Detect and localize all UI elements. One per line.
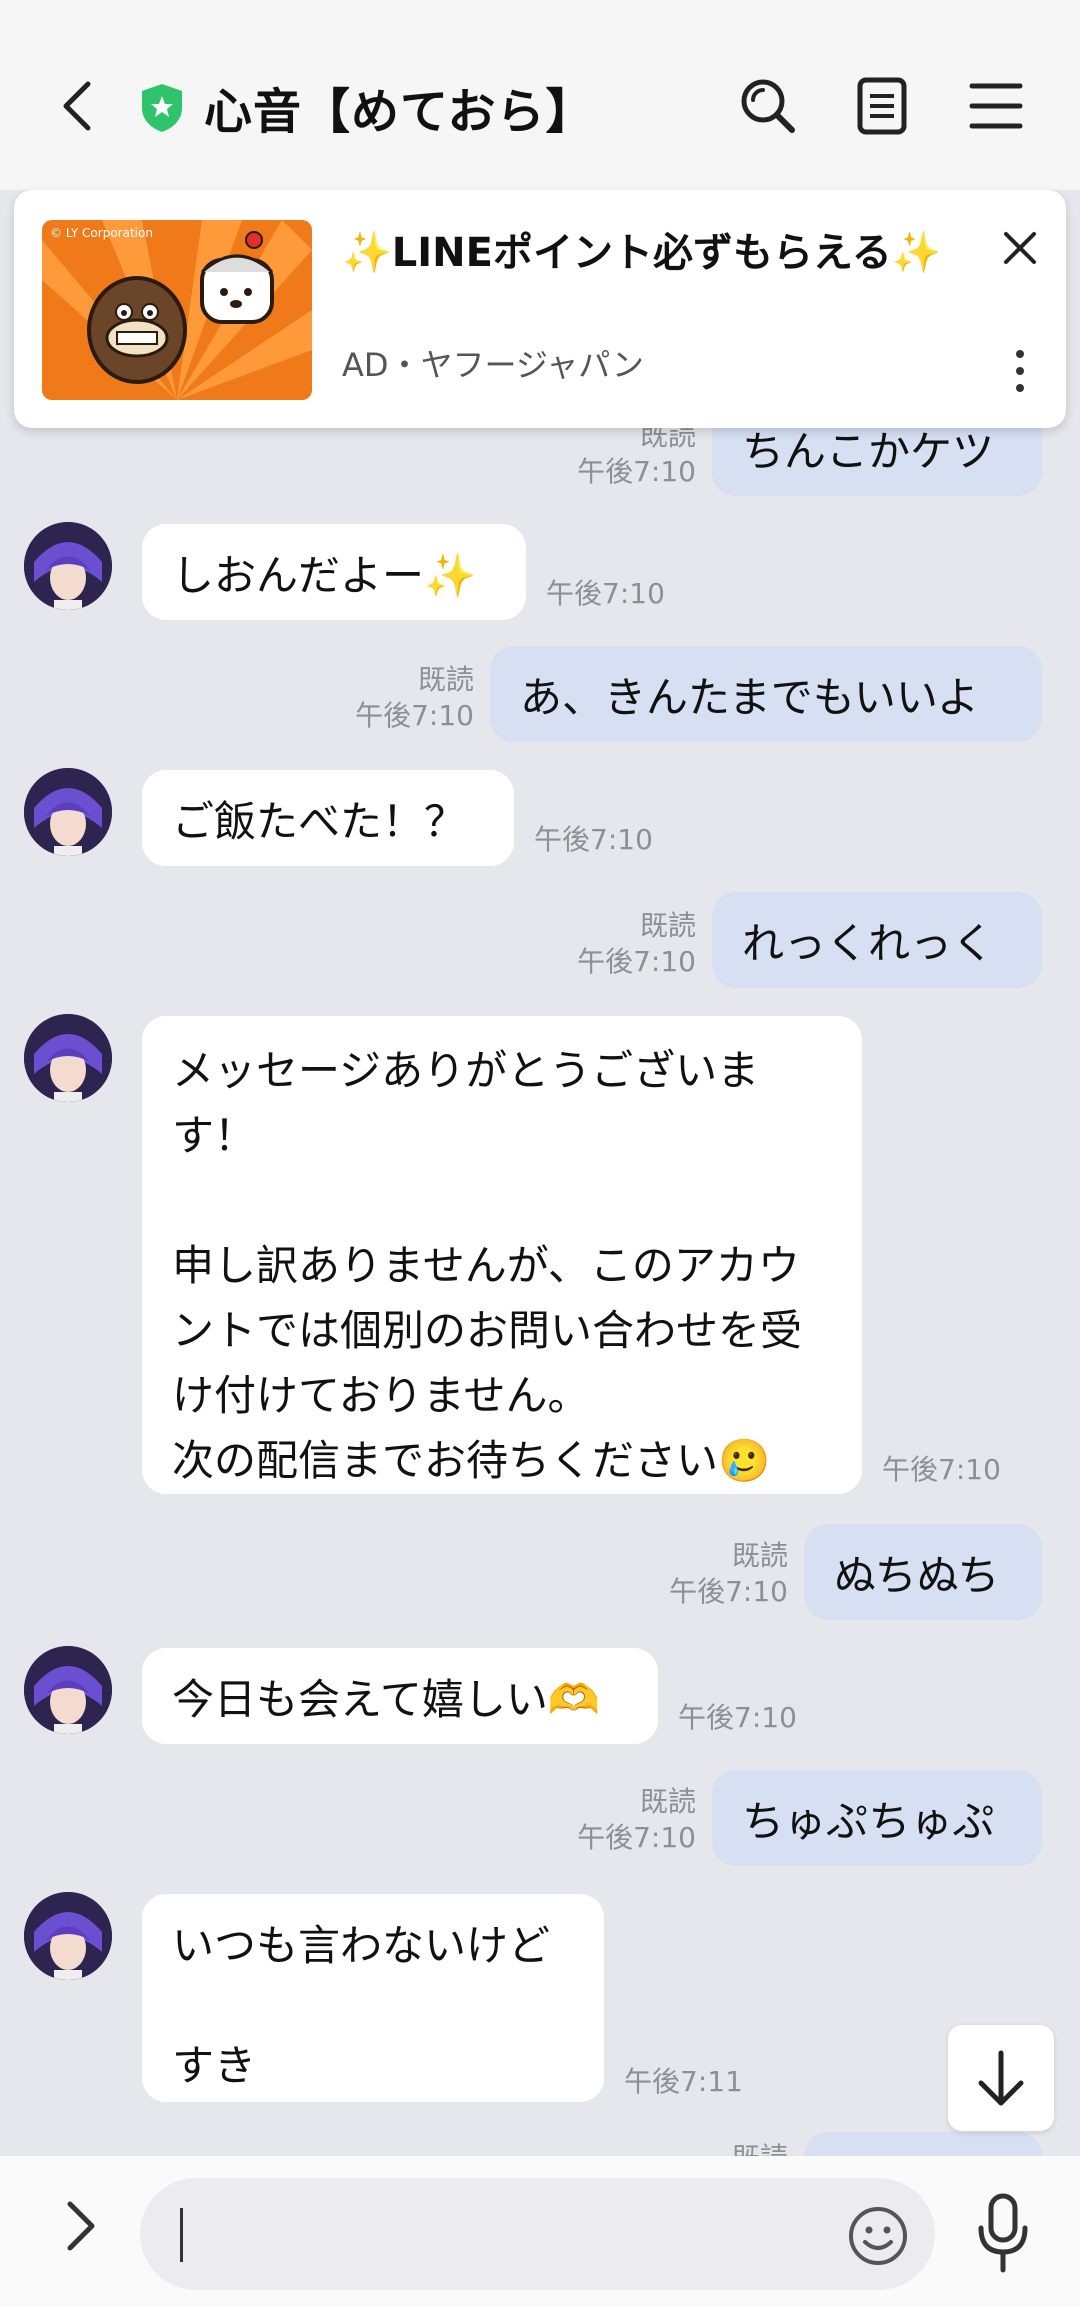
message-meta: 既読 午後7:10 <box>540 418 696 490</box>
search-icon[interactable] <box>738 76 798 136</box>
avatar[interactable] <box>24 522 112 610</box>
message-time: 午後7:10 <box>355 699 474 732</box>
message-meta: 既読 午後7:10 <box>540 1784 696 1856</box>
avatar[interactable] <box>24 1892 112 1980</box>
chat-header: 心音【めておら】 <box>0 0 1080 190</box>
message-meta: 既読 午後7:10 <box>632 1538 788 1610</box>
read-receipt: 既読 <box>639 909 696 942</box>
message-time: 午後7:10 <box>577 1821 696 1854</box>
message-bubble-outgoing[interactable]: あ、きんたまでもいいよ <box>490 646 1042 742</box>
ad-title[interactable]: ✨LINEポイント必ずもらえる✨ <box>342 228 942 278</box>
composer-bar <box>0 2156 1080 2307</box>
read-receipt: 既読 <box>417 663 474 696</box>
message-meta: 既読 午後7:10 <box>318 662 474 734</box>
more-options-icon[interactable] <box>1010 346 1030 396</box>
message-bubble-incoming[interactable]: しおんだよー✨ <box>142 524 526 620</box>
message-time: 午後7:10 <box>577 945 696 978</box>
message-time: 午後7:11 <box>624 2065 743 2098</box>
shield-icon <box>142 84 182 132</box>
ad-image[interactable]: © LY Corporation <box>42 220 312 400</box>
message-time: 午後7:10 <box>546 577 665 610</box>
avatar[interactable] <box>24 768 112 856</box>
message-time: 午後7:10 <box>678 1701 797 1734</box>
message-meta: 既読 午後7:10 <box>540 908 696 980</box>
close-icon[interactable] <box>998 226 1042 270</box>
message-time: 午後7:10 <box>534 823 653 856</box>
chat-title: 心音【めておら】 <box>204 84 595 140</box>
menu-icon[interactable] <box>966 76 1026 136</box>
message-input[interactable] <box>140 2178 935 2290</box>
message-time: 午後7:10 <box>669 1575 788 1608</box>
ad-image-credit: © LY Corporation <box>50 226 153 240</box>
message-bubble-outgoing[interactable]: ぬちぬち <box>804 1524 1042 1620</box>
ad-source: AD・ヤフージャパン <box>342 346 644 384</box>
avatar[interactable] <box>24 1014 112 1102</box>
ad-banner[interactable]: © LY Corporation ✨LINEポイント必ずもらえる✨ AD・ヤフー… <box>14 190 1066 428</box>
message-time: 午後7:10 <box>882 1453 1001 1486</box>
scroll-to-bottom-button[interactable] <box>948 2025 1054 2131</box>
emoji-icon[interactable] <box>846 2204 910 2268</box>
arrow-down-icon <box>978 2050 1024 2106</box>
chevron-right-icon[interactable] <box>56 2196 106 2256</box>
message-bubble-incoming[interactable]: ご飯たべた！？ <box>142 770 514 866</box>
message-bubble-outgoing[interactable]: れっくれっく <box>712 892 1042 988</box>
message-bubble-incoming[interactable]: メッセージありがとうございます！ 申し訳ありませんが、このアカウントでは個別のお… <box>142 1016 862 1494</box>
read-receipt: 既読 <box>639 1785 696 1818</box>
message-time: 午後7:10 <box>577 455 696 488</box>
message-bubble-incoming[interactable]: いつも言わないけど すき <box>142 1894 604 2102</box>
microphone-icon[interactable] <box>972 2192 1034 2276</box>
notes-icon[interactable] <box>852 76 912 136</box>
read-receipt: 既読 <box>731 1539 788 1572</box>
avatar[interactable] <box>24 1646 112 1734</box>
message-bubble-incoming[interactable]: 今日も会えて嬉しい🫶 <box>142 1648 658 1744</box>
back-icon[interactable] <box>52 78 108 134</box>
message-bubble-outgoing[interactable]: ちゅぷちゅぷ <box>712 1770 1042 1866</box>
text-caret <box>180 2208 183 2262</box>
